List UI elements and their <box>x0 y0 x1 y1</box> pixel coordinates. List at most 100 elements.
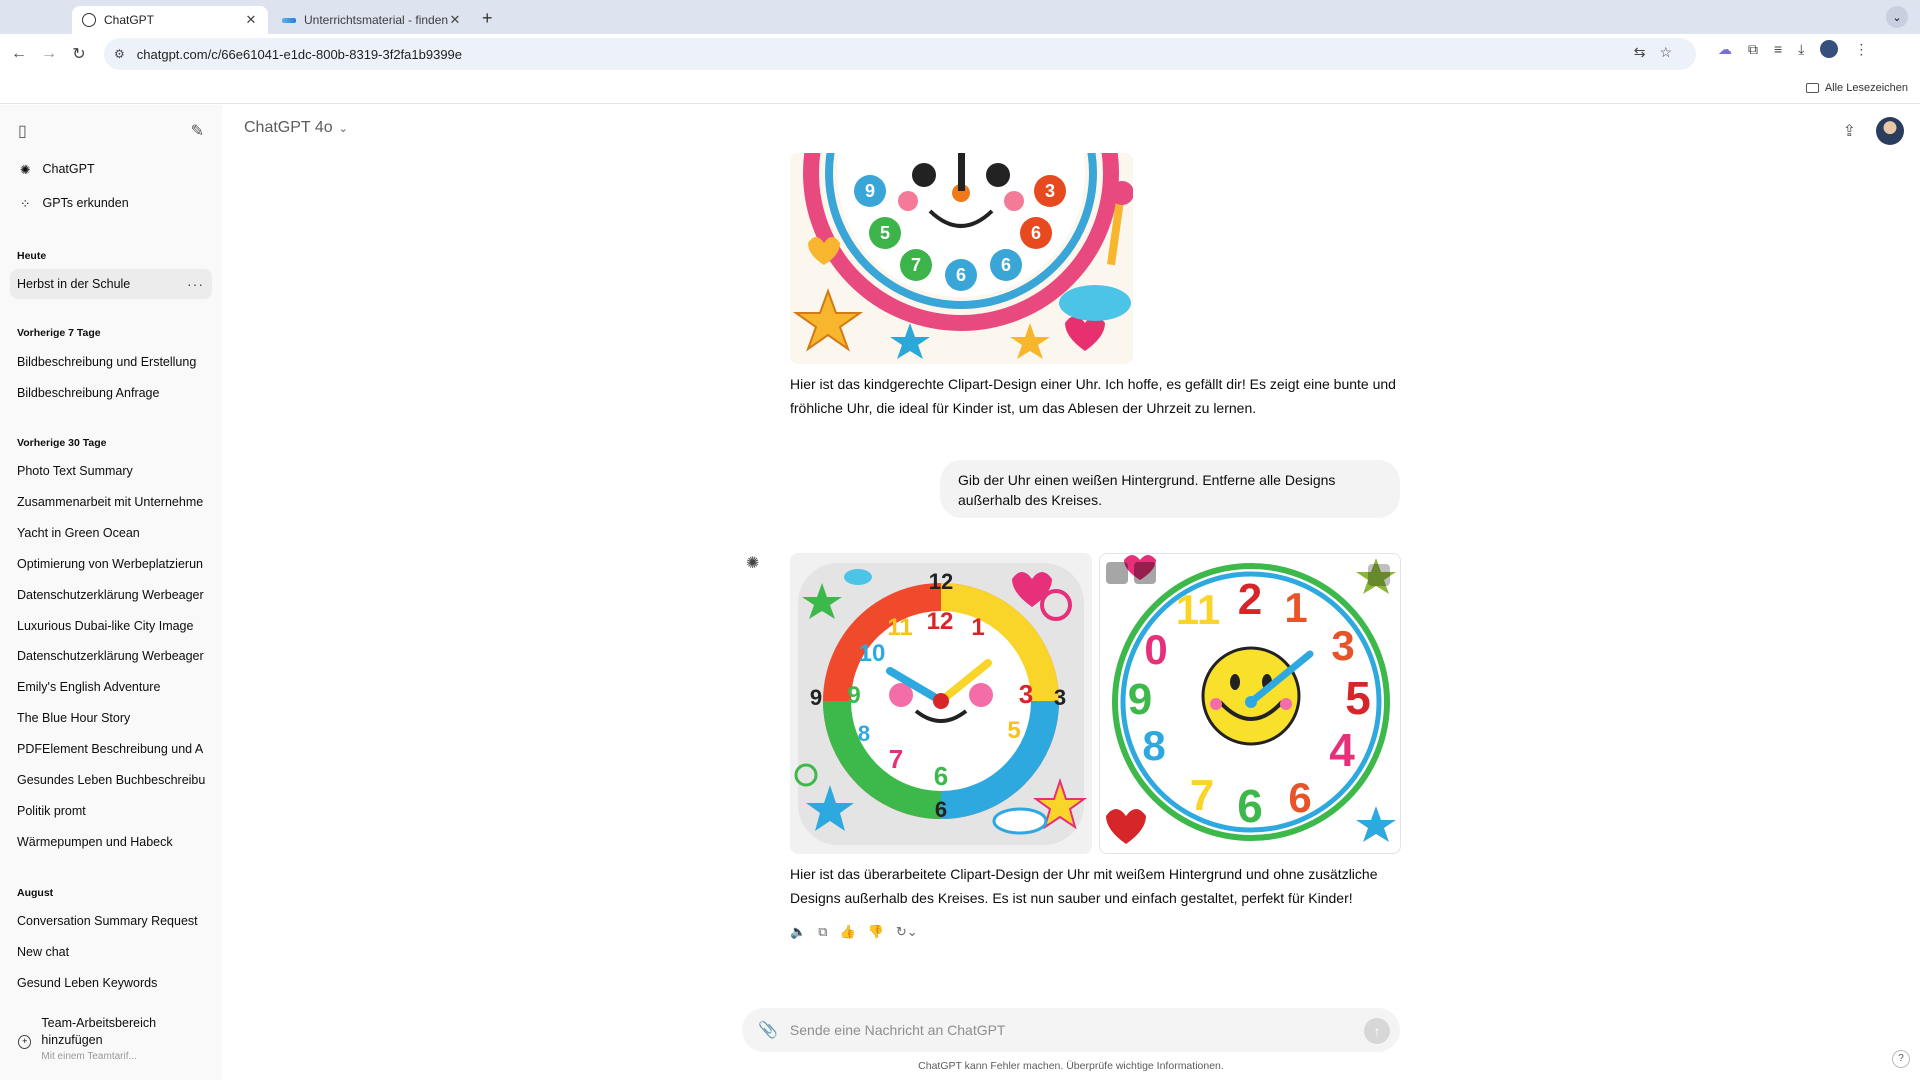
back-icon[interactable]: ← <box>4 45 34 63</box>
sidebar-item[interactable]: Bildbeschreibung und Erstellung <box>10 347 212 377</box>
clock-number: 9 <box>865 181 875 201</box>
sidebar-item[interactable]: Conversation Summary Request <box>10 906 212 936</box>
clock-number: 3 <box>1045 181 1055 201</box>
thumbs-down-icon[interactable]: 👎 <box>868 924 884 940</box>
site-info-icon[interactable]: ⚙ <box>114 47 125 61</box>
all-bookmarks-button[interactable]: Alle Lesezeichen <box>1805 82 1908 94</box>
clock-number: 9 <box>847 682 860 709</box>
sidebar-item[interactable]: Luxurious Dubai-like City Image <box>10 611 212 641</box>
thumbs-up-overlay-icon[interactable] <box>1106 562 1128 584</box>
send-button[interactable]: ↑ <box>1364 1018 1390 1044</box>
read-aloud-icon[interactable]: 🔈 <box>790 924 806 940</box>
model-label: ChatGPT 4o <box>244 119 333 136</box>
extension-cloud-icon[interactable]: ☁ <box>1718 41 1732 58</box>
message-input[interactable] <box>789 1022 1350 1038</box>
help-button[interactable]: ? <box>1892 1050 1910 1068</box>
browser-tab-bar: ChatGPT ✕ Unterrichtsmaterial - finden &… <box>0 0 1920 34</box>
sidebar-link-chatgpt[interactable]: ✺ ChatGPT <box>10 153 212 185</box>
kebab-menu-icon[interactable]: ⋮ <box>1854 41 1868 58</box>
sidebar-item[interactable]: Optimierung von Werbeplatzierun <box>10 549 212 579</box>
close-icon[interactable]: ✕ <box>448 12 462 28</box>
sidebar-item[interactable]: Photo Text Summary <box>10 456 212 486</box>
sidebar-item[interactable]: PDFElement Beschreibung und A <box>10 734 212 764</box>
clock-number: 6 <box>1001 255 1011 275</box>
clock-number: 5 <box>1345 672 1371 724</box>
all-bookmarks-label: Alle Lesezeichen <box>1824 82 1908 94</box>
clock-number: 4 <box>1329 724 1355 776</box>
thumbs-up-icon[interactable]: 👍 <box>839 924 855 940</box>
tab-title: Unterrichtsmaterial - finden & <box>304 13 448 27</box>
forward-icon[interactable]: → <box>34 45 64 63</box>
site-favicon-icon <box>282 17 296 23</box>
clock-number: 6 <box>1237 780 1263 832</box>
profile-avatar[interactable] <box>1820 40 1839 58</box>
add-team-workspace[interactable]: + Team-Arbeitsbereich hinzufügen Mit ein… <box>10 1015 212 1071</box>
openai-favicon-icon <box>82 13 96 27</box>
openai-logo-icon: ✺ <box>20 162 31 177</box>
sidebar-item[interactable]: The Blue Hour Story <box>10 703 212 733</box>
sidebar-link-gpts[interactable]: ⁘ GPTs erkunden <box>10 187 212 219</box>
new-tab-button[interactable]: + <box>482 8 493 29</box>
sidebar-item[interactable]: Yacht in Green Ocean <box>10 518 212 548</box>
bookmarks-bar: Alle Lesezeichen <box>0 74 1920 104</box>
tab-title: ChatGPT <box>104 13 155 27</box>
bookmark-star-icon[interactable]: ☆ <box>1659 44 1672 61</box>
clock-number: 6 <box>1288 774 1311 821</box>
sidebar-item[interactable]: Gesund Leben Keywords <box>10 968 212 998</box>
paperclip-icon[interactable]: 📎 <box>758 1020 778 1040</box>
assistant-message-1: Hier ist das kindgerechte Clipart-Design… <box>790 376 1396 416</box>
message-composer: 📎 ↑ <box>742 1008 1400 1052</box>
address-bar[interactable]: ⚙ chatgpt.com/c/66e61041-e1dc-800b-8319-… <box>104 38 1696 70</box>
team-subtitle: Mit einem Teamtarif... <box>41 1051 137 1062</box>
download-icon[interactable]: ⤓ <box>1798 41 1804 58</box>
user-avatar[interactable] <box>1876 117 1904 145</box>
tab-unterrichtsmaterial[interactable]: Unterrichtsmaterial - finden & ✕ <box>272 6 472 34</box>
assistant-message-2: Hier ist das überarbeitete Clipart-Desig… <box>790 866 1378 906</box>
user-message: Gib der Uhr einen weißen Hintergrund. En… <box>940 460 1400 518</box>
sidebar-item[interactable]: Zusammenarbeit mit Unternehme <box>10 487 212 517</box>
sidebar-item[interactable]: Gesundes Leben Buchbeschreibu <box>10 765 212 795</box>
copy-icon[interactable]: ⧉ <box>818 924 827 940</box>
sidebar-item[interactable]: Wärmepumpen und Habeck <box>10 827 212 857</box>
browser-toolbar: ← → ↻ ⚙ chatgpt.com/c/66e61041-e1dc-800b… <box>0 34 1920 74</box>
generated-image-2b[interactable]: 2 1 3 5 4 6 6 7 8 9 0 11 <box>1099 553 1401 854</box>
sidebar-item[interactable]: Bildbeschreibung Anfrage <box>10 378 212 408</box>
clock-number: 3 <box>1331 622 1354 669</box>
clock-image-2a: 12 12 1 3 5 6 7 8 9 10 11 3 9 6 <box>794 563 1088 845</box>
generated-image-2a[interactable]: 12 12 1 3 5 6 7 8 9 10 11 3 9 6 <box>790 553 1092 854</box>
model-selector[interactable]: ChatGPT 4o ⌄ <box>244 119 348 137</box>
sidebar-item-label: Herbst in der Schule <box>17 277 131 291</box>
new-chat-icon[interactable]: ✎ <box>191 121 204 141</box>
more-options-icon[interactable]: ··· <box>187 276 204 292</box>
thumbs-down-overlay-icon[interactable] <box>1134 562 1156 584</box>
sidebar-item[interactable]: New chat <box>10 937 212 967</box>
clock-number: 1 <box>1284 584 1307 631</box>
plus-circle-icon: + <box>18 1035 32 1049</box>
regenerate-icon[interactable]: ↻⌄ <box>896 924 918 940</box>
url-text: chatgpt.com/c/66e61041-e1dc-800b-8319-3f… <box>136 46 463 62</box>
reload-icon[interactable]: ↻ <box>64 44 94 64</box>
sidebar-toggle-icon[interactable]: ▯ <box>18 121 27 141</box>
sidebar-item-herbst[interactable]: Herbst in der Schule ··· <box>10 269 212 299</box>
tab-search-icon[interactable]: ⌄ <box>1886 6 1908 28</box>
section-heading: Vorherige 7 Tage <box>17 327 101 339</box>
grid-icon: ⁘ <box>20 196 31 211</box>
team-title: Team-Arbeitsbereich hinzufügen <box>41 1016 157 1047</box>
close-icon[interactable]: ✕ <box>244 12 258 28</box>
sidebar-item[interactable]: Emily's English Adventure <box>10 672 212 702</box>
sidebar-link-label: ChatGPT <box>42 162 95 176</box>
clock-number: 7 <box>911 255 921 275</box>
clock-number: 6 <box>935 797 947 822</box>
clock-number: 10 <box>859 640 886 667</box>
generated-image-1[interactable]: 9 3 5 6 7 6 6 <box>790 153 1133 364</box>
sidebar-item[interactable]: Datenschutzerklärung Werbeager <box>10 641 212 671</box>
extensions-puzzle-icon[interactable]: ⧉ <box>1748 41 1758 58</box>
share-icon[interactable]: ⇪ <box>1843 121 1856 141</box>
translate-icon[interactable]: ⇆ <box>1634 44 1646 61</box>
sidebar-item[interactable]: Datenschutzerklärung Werbeager <box>10 580 212 610</box>
sidebar-item[interactable]: Politik promt <box>10 796 212 826</box>
download-overlay-icon[interactable] <box>1368 564 1390 586</box>
message-actions: 🔈 ⧉ 👍 👎 ↻⌄ <box>790 924 918 940</box>
tab-chatgpt[interactable]: ChatGPT ✕ <box>72 6 268 34</box>
reading-list-icon[interactable]: ≡ <box>1774 41 1782 57</box>
